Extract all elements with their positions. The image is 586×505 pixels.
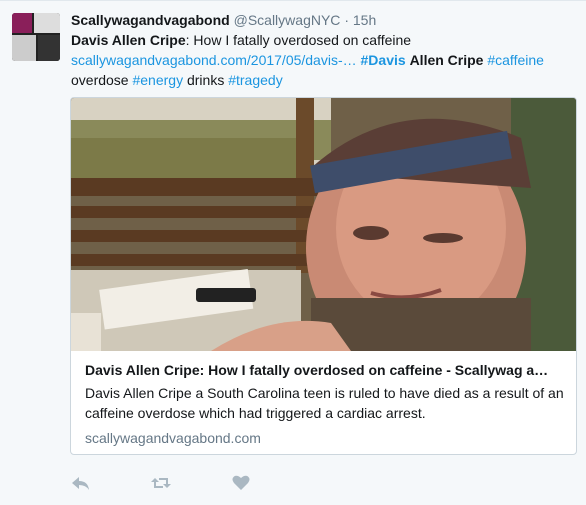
avatar-tile: [38, 35, 60, 61]
separator: ·: [344, 12, 349, 28]
tweet-link[interactable]: scallywagandvagabond.com/2017/05/davis-…: [71, 52, 357, 68]
card-title[interactable]: Davis Allen Cripe: How I fatally overdos…: [85, 360, 565, 380]
card-photo: [71, 98, 576, 351]
text-bold-2: Allen Cripe: [409, 52, 484, 68]
avatar-tile: [12, 13, 32, 33]
retweet-icon: [151, 478, 171, 488]
avatar[interactable]: [12, 13, 60, 61]
text-plain: : How I fatally overdosed on caffeine: [185, 32, 412, 48]
avatar-tile: [34, 13, 60, 33]
hashtag-energy[interactable]: #energy: [132, 72, 183, 88]
reply-icon: [72, 477, 89, 490]
timestamp[interactable]: 15h: [353, 12, 376, 28]
card-image[interactable]: [71, 98, 576, 351]
text-plain-3: drinks: [186, 72, 225, 88]
hashtag-tragedy[interactable]: #tragedy: [228, 72, 282, 88]
text-bold: Davis Allen Cripe: [71, 32, 186, 48]
like-button[interactable]: [230, 473, 252, 493]
author-name[interactable]: Scallywagandvagabond: [71, 12, 230, 28]
text-plain-2: overdose: [71, 72, 129, 88]
tweet-header: Scallywagandvagabond @ScallywagNYC · 15h: [71, 11, 376, 29]
card-description: Davis Allen Cripe a South Carolina teen …: [85, 385, 564, 421]
tweet[interactable]: Scallywagandvagabond @ScallywagNYC · 15h…: [0, 0, 586, 505]
retweet-button[interactable]: [150, 473, 172, 493]
hashtag-davis[interactable]: #Davis: [361, 52, 406, 68]
card-domain[interactable]: scallywagandvagabond.com: [85, 428, 261, 448]
author-handle[interactable]: @ScallywagNYC: [234, 12, 341, 28]
tweet-text: Davis Allen Cripe: How I fatally overdos…: [71, 30, 571, 90]
hashtag-caffeine[interactable]: #caffeine: [487, 52, 544, 68]
heart-icon: [232, 475, 250, 490]
reply-button[interactable]: [70, 473, 92, 493]
avatar-tile: [12, 35, 36, 61]
link-card[interactable]: Davis Allen Cripe: How I fatally overdos…: [70, 97, 577, 455]
